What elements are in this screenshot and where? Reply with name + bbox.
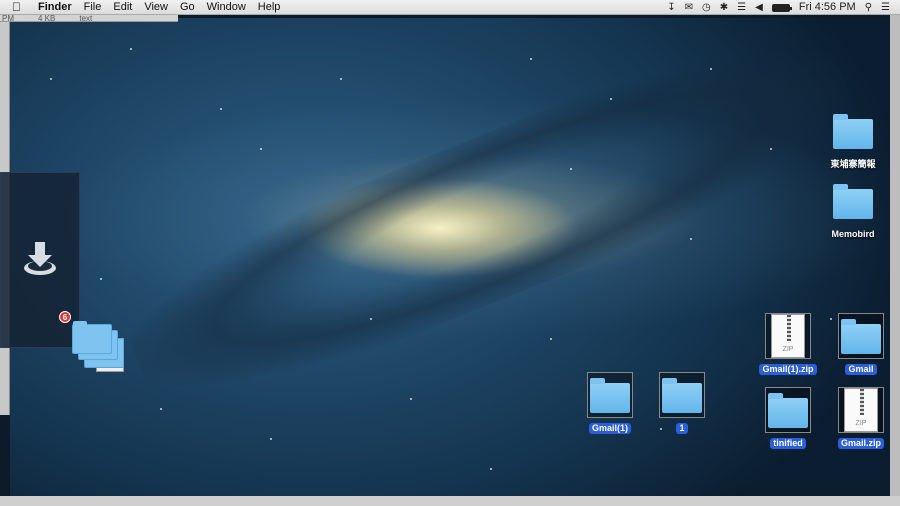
time-machine-icon[interactable]: ◷ xyxy=(702,0,711,15)
folder-icon xyxy=(833,184,873,219)
zip-file-icon: ZIP xyxy=(771,314,805,358)
bluetooth-icon[interactable]: ✱ xyxy=(720,0,728,15)
desktop-item-label: 東埔寨簡報 xyxy=(830,159,876,169)
menu-file[interactable]: File xyxy=(84,0,102,15)
folder-icon xyxy=(662,378,702,413)
ghost-size: 4 KB xyxy=(38,14,56,23)
battery-icon[interactable] xyxy=(771,3,792,12)
desktop-item-label: Gmail.zip xyxy=(837,438,884,449)
background-finder-row: PM 4 KB text xyxy=(0,14,178,23)
desktop-item-label: 1 xyxy=(676,423,688,434)
menu-app-name[interactable]: Finder xyxy=(38,0,72,15)
menu-go[interactable]: Go xyxy=(180,0,195,15)
desktop-folder-gmail1[interactable]: Gmail(1) xyxy=(575,372,645,436)
desktop-zip-gmail1[interactable]: ZIP Gmail(1).zip xyxy=(753,313,823,377)
download-icon[interactable] xyxy=(22,238,58,278)
apple-menu-icon[interactable]:  xyxy=(12,0,26,14)
download-status-icon[interactable]: ↧ xyxy=(667,0,675,15)
menu-edit[interactable]: Edit xyxy=(113,0,132,15)
spotlight-search-icon[interactable]: ⚲ xyxy=(865,0,872,15)
bottom-edge xyxy=(0,496,900,506)
desktop-folder-memobird[interactable]: Memobird xyxy=(818,178,888,242)
desktop-folder-cambodia[interactable]: 東埔寨簡報 xyxy=(818,108,888,172)
volume-icon[interactable]: ◀ xyxy=(755,0,763,15)
desktop-item-label: Gmail(1) xyxy=(588,423,631,434)
menu-bar:  Finder File Edit View Go Window Help ↧… xyxy=(0,0,900,15)
desktop-folder-gmail[interactable]: Gmail xyxy=(826,313,896,377)
message-icon[interactable]: ✉ xyxy=(685,0,693,15)
status-area: ↧ ✉ ◷ ✱ ☰ ◀ Fri 4:56 PM ⚲ ☰ xyxy=(667,0,890,15)
ghost-kind: text xyxy=(79,14,93,23)
folder-icon xyxy=(590,378,630,413)
wifi-icon[interactable]: ☰ xyxy=(737,0,746,15)
notification-center-icon[interactable]: ☰ xyxy=(881,0,890,15)
desktop-folder-1[interactable]: 1 xyxy=(647,372,717,436)
desktop-item-label: tinified xyxy=(770,438,806,449)
ghost-date: PM xyxy=(2,14,14,23)
desktop-item-label: Gmail xyxy=(845,364,877,375)
folder-icon xyxy=(841,319,881,354)
clock[interactable]: Fri 4:56 PM xyxy=(799,0,856,15)
item-count-badge: 6 xyxy=(59,311,71,323)
desktop-item-label: Gmail(1).zip xyxy=(759,364,817,375)
desktop-folder-tinified[interactable]: tinified xyxy=(753,387,823,451)
zip-file-icon: ZIP xyxy=(844,388,878,432)
dragged-items-stack[interactable]: ZIP ZIP xyxy=(70,318,130,378)
desktop-zip-gmail[interactable]: ZIP Gmail.zip xyxy=(826,387,896,451)
menu-view[interactable]: View xyxy=(144,0,168,15)
folder-icon xyxy=(768,393,808,428)
stack-folder-icon xyxy=(72,321,112,354)
folder-icon xyxy=(833,114,873,149)
menu-help[interactable]: Help xyxy=(258,0,281,15)
menu-window[interactable]: Window xyxy=(207,0,246,15)
desktop-item-label: Memobird xyxy=(831,229,875,239)
